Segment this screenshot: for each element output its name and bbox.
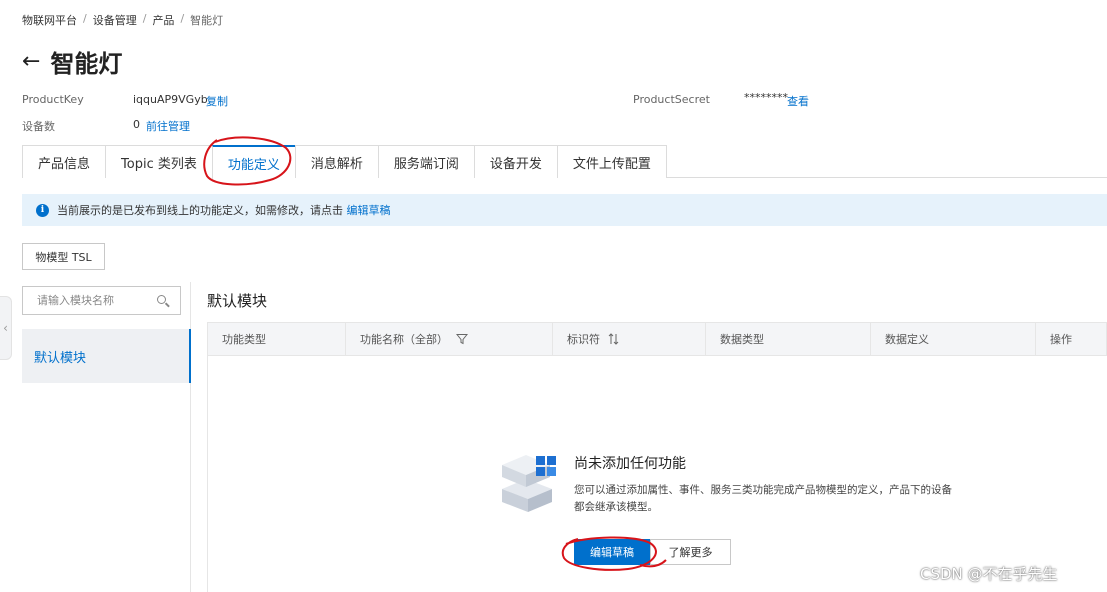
tab-topic-list[interactable]: Topic 类列表 — [105, 145, 212, 178]
tab-message-parsing[interactable]: 消息解析 — [294, 145, 378, 178]
breadcrumb-separator: / — [180, 12, 185, 25]
edit-draft-link[interactable]: 编辑草稿 — [347, 204, 391, 217]
tsl-model-button[interactable]: 物模型 TSL — [22, 243, 105, 270]
column-header-feature-type: 功能类型 — [208, 323, 346, 355]
column-header-feature-name: 功能名称（全部） — [346, 323, 553, 355]
column-header-label: 功能名称（全部） — [360, 333, 448, 346]
tab-file-upload-config[interactable]: 文件上传配置 — [556, 145, 667, 178]
column-header-label: 操作 — [1050, 333, 1072, 346]
column-header-actions: 操作 — [1036, 323, 1106, 355]
column-header-label: 数据类型 — [720, 333, 764, 346]
tab-server-subscription[interactable]: 服务端订阅 — [377, 145, 474, 178]
column-header-data-definition: 数据定义 — [871, 323, 1036, 355]
product-secret-value: ******** — [744, 91, 788, 104]
sort-icon[interactable] — [608, 333, 620, 345]
filter-icon[interactable] — [456, 333, 468, 345]
collapse-handle[interactable]: ‹ — [0, 296, 12, 360]
feature-table-header: 功能类型 功能名称（全部） 标识符 数据类型 数据定义 操作 — [207, 322, 1107, 356]
empty-state-illustration — [502, 455, 556, 512]
device-count-value: 0 — [133, 118, 140, 131]
page-title: 智能灯 — [50, 50, 123, 78]
product-key-value: iqquAP9VGyb — [133, 93, 208, 106]
info-icon: i — [36, 203, 49, 217]
empty-state-title: 尚未添加任何功能 — [574, 456, 686, 472]
breadcrumb-item-current: 智能灯 — [190, 14, 224, 27]
module-item-default[interactable]: 默认模块 — [22, 329, 191, 383]
module-search-input[interactable] — [37, 294, 147, 307]
device-count-label: 设备数 — [22, 120, 55, 133]
column-header-label: 数据定义 — [885, 333, 929, 346]
breadcrumb-separator: / — [83, 12, 87, 25]
search-icon[interactable] — [156, 294, 170, 308]
notice-text: 当前展示的是已发布到线上的功能定义，如需修改，请点击 编辑草稿 — [57, 202, 391, 218]
column-header-label: 标识符 — [567, 333, 600, 346]
back-arrow-icon[interactable]: ← — [22, 50, 40, 73]
tab-device-development[interactable]: 设备开发 — [473, 145, 557, 178]
column-header-label: 功能类型 — [222, 333, 266, 346]
breadcrumb-item-product[interactable]: 产品 — [152, 12, 174, 28]
product-key-label: ProductKey — [22, 93, 84, 106]
tab-feature-definition[interactable]: 功能定义 — [211, 145, 295, 179]
notice-message: 当前展示的是已发布到线上的功能定义，如需修改，请点击 — [57, 204, 343, 217]
breadcrumb-item-iot-platform[interactable]: 物联网平台 — [22, 12, 77, 28]
view-product-secret-link[interactable]: 查看 — [787, 93, 809, 109]
module-title: 默认模块 — [207, 292, 268, 310]
edit-draft-button[interactable]: 编辑草稿 — [574, 539, 650, 565]
watermark: CSDN @不在乎先生 — [920, 565, 1058, 583]
tab-bar: 产品信息 Topic 类列表 功能定义 消息解析 服务端订阅 设备开发 文件上传… — [22, 145, 1107, 179]
column-header-data-type: 数据类型 — [706, 323, 871, 355]
tab-product-info[interactable]: 产品信息 — [22, 145, 106, 178]
breadcrumb-item-device-management[interactable]: 设备管理 — [93, 12, 137, 28]
learn-more-button[interactable]: 了解更多 — [650, 539, 731, 565]
module-search — [22, 286, 181, 315]
breadcrumb-separator: / — [142, 12, 147, 25]
chevron-left-icon: ‹ — [3, 321, 8, 335]
info-notice: i 当前展示的是已发布到线上的功能定义，如需修改，请点击 编辑草稿 — [22, 194, 1107, 226]
copy-product-key-link[interactable]: 复制 — [206, 93, 228, 109]
manage-devices-link[interactable]: 前往管理 — [146, 118, 190, 134]
page-header: ← 智能灯 — [22, 44, 122, 79]
empty-state-description: 您可以通过添加属性、事件、服务三类功能完成产品物模型的定义，产品下的设备都会继承… — [574, 484, 952, 513]
column-header-identifier: 标识符 — [553, 323, 706, 355]
breadcrumb: 物联网平台 / 设备管理 / 产品 / 智能灯 — [22, 12, 223, 28]
product-secret-label: ProductSecret — [633, 93, 710, 106]
